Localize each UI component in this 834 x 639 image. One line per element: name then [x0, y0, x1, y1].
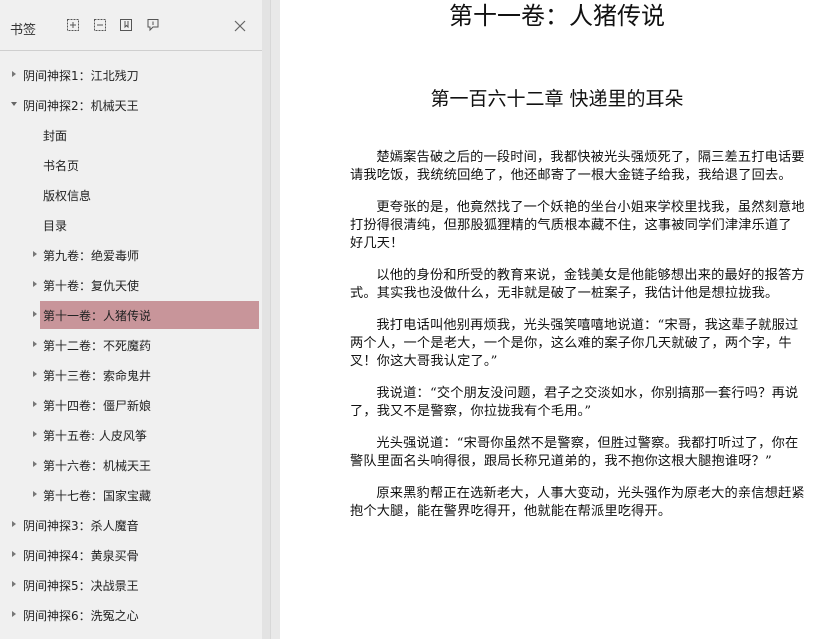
bookmark-item[interactable]: 版权信息 — [0, 180, 262, 210]
bookmark-label: 版权信息 — [43, 189, 92, 203]
close-icon[interactable] — [233, 19, 247, 33]
bookmark-item[interactable]: 阴间神探6：洗冤之心 — [0, 600, 262, 630]
bookmark-label: 阴间神探6：洗冤之心 — [23, 609, 139, 623]
bookmark-label: 目录 — [43, 219, 68, 233]
chevron-down-icon[interactable] — [10, 99, 18, 109]
chevron-right-icon[interactable] — [31, 489, 39, 499]
document-page: 第十一卷：人猪传说 第一百六十二章 快递里的耳朵 楚嫣案告破之后的一段时间，我都… — [280, 0, 834, 639]
bookmark-item[interactable]: 第十卷：复仇天使 — [0, 270, 262, 300]
collapse-all-icon[interactable] — [93, 18, 107, 32]
volume-title: 第十一卷：人猪传说 — [449, 2, 665, 30]
bookmark-label: 阴间神探4：黄泉买骨 — [23, 549, 139, 563]
bookmark-options-icon[interactable] — [146, 18, 160, 32]
bookmark-label: 阴间神探2：机械天王 — [23, 99, 139, 113]
bookmark-label: 第十五卷: 人皮风筝 — [43, 429, 147, 443]
bookmark-item[interactable]: 封面 — [0, 120, 262, 150]
bookmark-item[interactable]: 阴间神探3：杀人魔音 — [0, 510, 262, 540]
bookmark-label: 第十一卷：人猪传说 — [43, 309, 152, 323]
bookmarks-title: 书签 — [10, 23, 37, 38]
bookmark-item[interactable]: 目录 — [0, 210, 262, 240]
bookmark-label: 封面 — [43, 129, 68, 143]
chevron-right-icon[interactable] — [31, 429, 39, 439]
chevron-right-icon[interactable] — [31, 339, 39, 349]
bookmark-item[interactable]: 第十七卷：国家宝藏 — [0, 480, 262, 510]
bookmark-label: 阴间神探1：江北残刀 — [23, 69, 139, 83]
paragraph: 我说道：“交个朋友没问题，君子之交淡如水，你别搞那一套行吗？再说了，我又不是警察… — [350, 386, 799, 419]
bookmark-item[interactable]: 阴间神探4：黄泉买骨 — [0, 540, 262, 570]
bookmarks-panel: 书签 阴间神探1：江北残刀 阴间神探2：机械天王封面书名页版权信息目录第九卷：绝爱… — [0, 0, 271, 639]
bookmark-tree: 阴间神探1：江北残刀 阴间神探2：机械天王封面书名页版权信息目录第九卷：绝爱毒师第… — [0, 60, 262, 630]
chapter-title: 第一百六十二章 快递里的耳朵 — [430, 88, 684, 110]
bookmark-item[interactable]: 书名页 — [0, 150, 262, 180]
bookmark-item[interactable]: 阴间神探5：决战景王 — [0, 570, 262, 600]
bookmark-item[interactable]: 第十四卷：僵尸新娘 — [0, 390, 262, 420]
bookmarks-header: 书签 — [0, 0, 262, 51]
paragraph: 我打电话叫他别再烦我，光头强笑嘻嘻地说道：“宋哥，我这辈子就服过两个人，一个是老… — [350, 318, 799, 369]
chevron-right-icon[interactable] — [10, 609, 18, 619]
bookmark-label: 第十四卷：僵尸新娘 — [43, 399, 152, 413]
chevron-right-icon[interactable] — [31, 249, 39, 259]
bookmark-item[interactable]: 第十五卷: 人皮风筝 — [0, 420, 262, 450]
add-bookmark-icon[interactable] — [119, 18, 133, 32]
chevron-right-icon[interactable] — [10, 69, 18, 79]
paragraph: 更夸张的是，他竟然找了一个妖艳的坐台小姐来学校里找我，虽然刻意地打扮得很清纯，但… — [350, 200, 805, 251]
chevron-right-icon[interactable] — [10, 549, 18, 559]
chevron-right-icon[interactable] — [31, 459, 39, 469]
panel-splitter[interactable] — [262, 0, 270, 639]
bookmark-label: 第十三卷：索命鬼井 — [43, 369, 152, 383]
bookmark-label: 第九卷：绝爱毒师 — [43, 249, 140, 263]
bookmark-item[interactable]: 第十六卷：机械天王 — [0, 450, 262, 480]
chevron-right-icon[interactable] — [31, 369, 39, 379]
bookmark-label: 书名页 — [43, 159, 80, 173]
paragraph: 原来黑豹帮正在选新老大，人事大变动，光头强作为原老大的亲信想赶紧抱个大腿，能在警… — [350, 486, 805, 519]
paragraph: 楚嫣案告破之后的一段时间，我都快被光头强烦死了，隔三差五打电话要请我吃饭，我统统… — [350, 150, 805, 183]
chevron-right-icon[interactable] — [31, 309, 39, 319]
bookmark-item[interactable]: 第十二卷：不死魔药 — [0, 330, 262, 360]
chevron-right-icon[interactable] — [10, 579, 18, 589]
bookmark-label: 第十七卷：国家宝藏 — [43, 489, 152, 503]
bookmark-item[interactable]: 第九卷：绝爱毒师 — [0, 240, 262, 270]
chevron-right-icon[interactable] — [31, 399, 39, 409]
bookmark-label: 第十二卷：不死魔药 — [43, 339, 152, 353]
bookmark-item[interactable]: 第十三卷：索命鬼井 — [0, 360, 262, 390]
expand-all-icon[interactable] — [66, 18, 80, 32]
bookmark-label: 第十卷：复仇天使 — [43, 279, 140, 293]
bookmark-label: 阴间神探3：杀人魔音 — [23, 519, 139, 533]
chevron-right-icon[interactable] — [31, 279, 39, 289]
chapter-body: 楚嫣案告破之后的一段时间，我都快被光头强烦死了，隔三差五打电话要请我吃饭，我统统… — [350, 149, 805, 535]
bookmark-item[interactable]: 阴间神探1：江北残刀 — [0, 60, 262, 90]
bookmark-label: 阴间神探5：决战景王 — [23, 579, 139, 593]
bookmark-item[interactable]: 第十一卷：人猪传说 — [0, 300, 262, 330]
chevron-right-icon[interactable] — [10, 519, 18, 529]
paragraph: 光头强说道：“宋哥你虽然不是警察，但胜过警察。我都打听过了，你在警队里面名头响得… — [350, 436, 799, 469]
paragraph: 以他的身份和所受的教育来说，金钱美女是他能够想出来的最好的报答方式。其实我也没做… — [350, 268, 805, 301]
bookmark-item[interactable]: 阴间神探2：机械天王 — [0, 90, 262, 120]
bookmark-label: 第十六卷：机械天王 — [43, 459, 152, 473]
